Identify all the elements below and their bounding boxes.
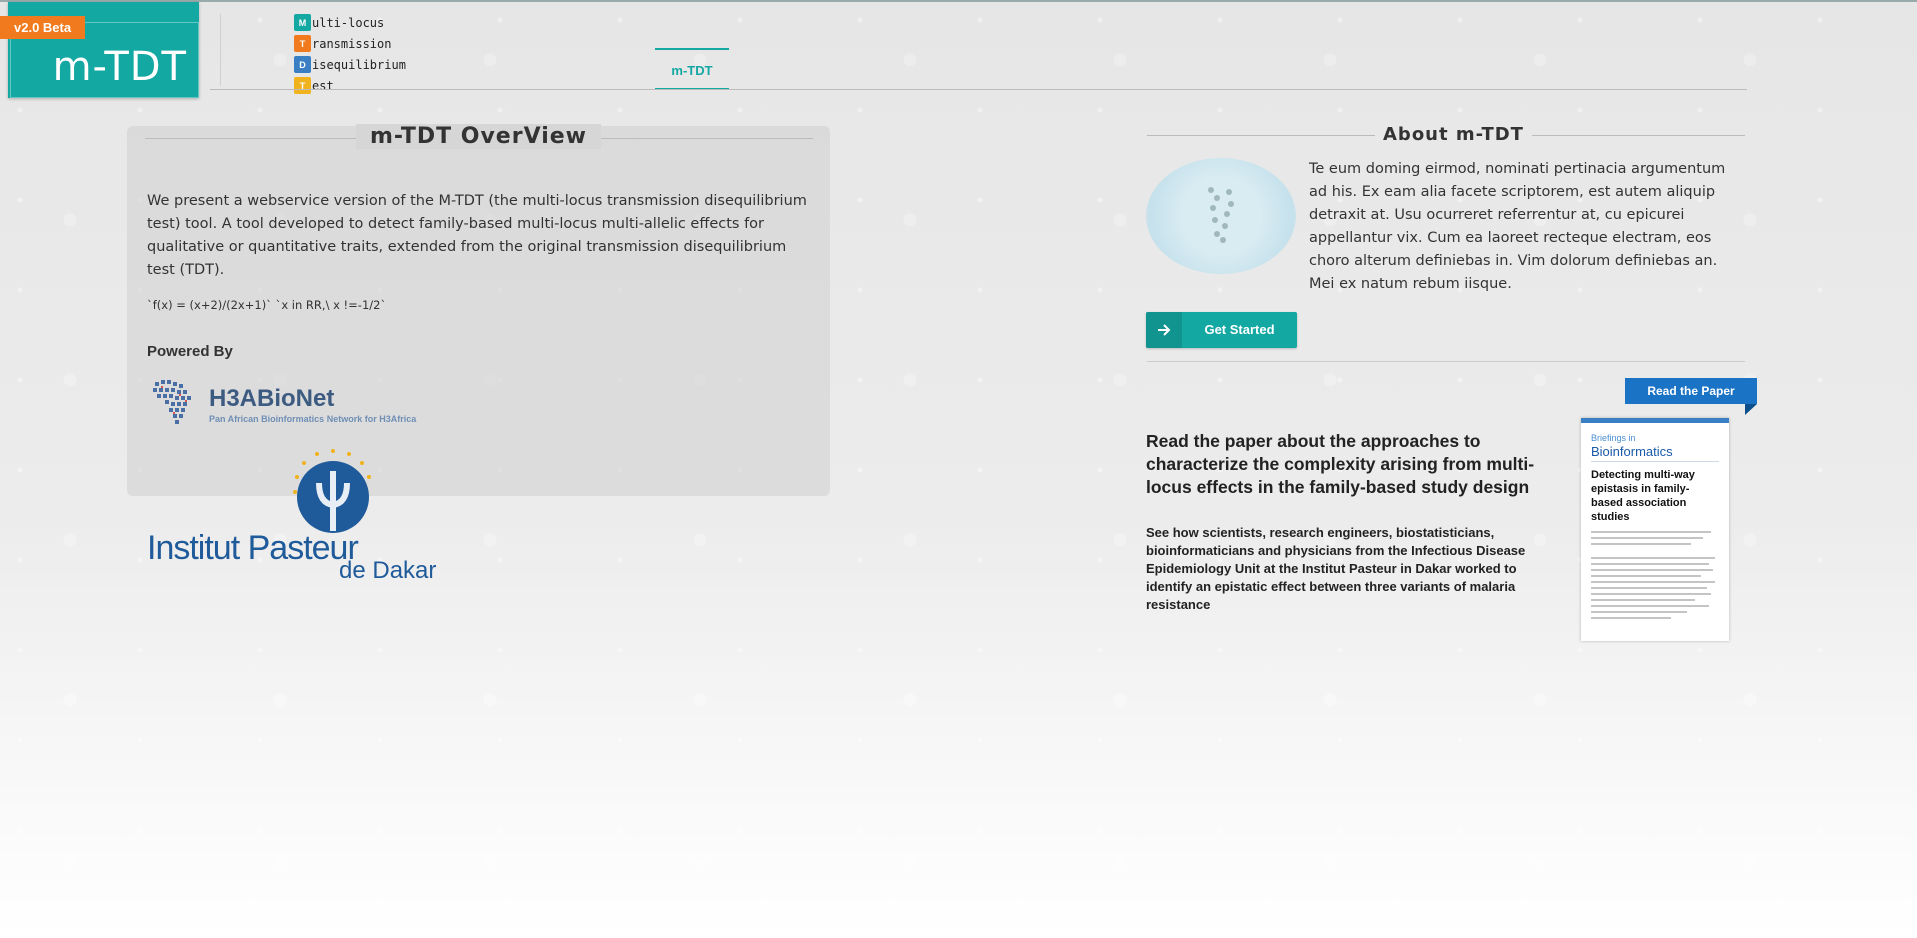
acronym-letter-t: T: [294, 35, 311, 52]
journal-text-line: [1591, 599, 1695, 601]
version-badge: v2.0 Beta: [0, 16, 86, 39]
paper-summary: See how scientists, research engineers, …: [1146, 525, 1526, 612]
ribbon-fold: [1745, 404, 1757, 415]
journal-text-line: [1591, 537, 1703, 539]
journal-article-title: Detecting multi-way epistasis in family-…: [1591, 469, 1695, 523]
overview-title: m-TDT OverView: [127, 124, 830, 149]
get-started-button[interactable]: Get Started: [1146, 312, 1297, 348]
overview-description: We present a webservice version of the M…: [147, 193, 807, 278]
about-description: Te eum doming eirmod, nominati pertinaci…: [1309, 161, 1726, 292]
journal-text-line: [1591, 569, 1713, 571]
acronym-word: isequilibrium: [312, 57, 406, 72]
paper-headline: Read the paper about the approaches to c…: [1146, 431, 1535, 497]
journal-text-line: [1591, 593, 1711, 595]
acronym-letter-t2: T: [294, 77, 311, 94]
journal-name: Bioinformatics: [1591, 444, 1673, 459]
powered-by-label: Powered By: [147, 343, 233, 360]
acronym-row: M ulti-locus: [294, 12, 406, 33]
pasteur-name: Institut Pasteur: [147, 529, 359, 567]
journal-text-line: [1591, 575, 1701, 577]
journal-series: Briefings in: [1591, 433, 1636, 443]
journal-text-line: [1591, 543, 1691, 545]
dna-illustration: [1146, 158, 1296, 274]
africa-map-icon: [153, 380, 191, 424]
journal-rule: [1591, 461, 1719, 462]
acronym-row: T ransmission: [294, 33, 406, 54]
nav-rule: [210, 89, 1747, 90]
nav-tab-mtdt[interactable]: m-TDT: [655, 63, 729, 78]
dna-icon: [1208, 187, 1234, 243]
h3abionet-subtitle: Pan African Bioinformatics Network for H…: [209, 414, 417, 424]
acronym-word: ransmission: [312, 36, 392, 51]
pasteur-subtitle: de Dakar: [339, 557, 437, 584]
institut-pasteur-logo[interactable]: Institut Pasteur de Dakar: [147, 447, 447, 587]
nav-tab-indicator: [655, 48, 729, 50]
about-title: About m-TDT: [1375, 124, 1532, 145]
h3abionet-logo[interactable]: H3ABioNet Pan African Bioinformatics Net…: [149, 376, 449, 428]
arrow-right-icon: [1146, 312, 1182, 348]
journal-text-line: [1591, 605, 1709, 607]
about-divider: [1147, 361, 1745, 362]
h3abionet-name: H3ABioNet: [209, 385, 335, 412]
top-border: [0, 0, 1917, 2]
header-divider: [220, 14, 221, 86]
get-started-label: Get Started: [1204, 322, 1275, 337]
acronym-legend: M ulti-locus T ransmission D isequilibri…: [294, 12, 406, 96]
acronym-letter-d: D: [294, 56, 311, 73]
acronym-row: D isequilibrium: [294, 54, 406, 75]
journal-text-line: [1591, 557, 1715, 559]
acronym-letter-m: M: [294, 14, 311, 31]
acronym-row: T est: [294, 75, 406, 96]
journal-text-line: [1591, 587, 1707, 589]
overview-title-text: m-TDT OverView: [356, 124, 601, 149]
journal-text-line: [1591, 617, 1671, 619]
pasteur-emblem-icon: [293, 449, 371, 533]
journal-text-line: [1591, 563, 1709, 565]
overview-formula: `f(x) = (x+2)/(2x+1)` `x in RR,\ x !=-1/…: [147, 298, 387, 312]
logo-text: m-TDT: [52, 44, 187, 90]
journal-text-line: [1591, 611, 1687, 613]
acronym-word: est: [312, 78, 334, 93]
about-title-text: About m-TDT: [1375, 124, 1532, 145]
journal-text-line: [1591, 581, 1715, 583]
acronym-word: ulti-locus: [312, 15, 385, 30]
journal-cover[interactable]: Briefings in Bioinformatics Detecting mu…: [1581, 418, 1729, 641]
journal-text-line: [1591, 531, 1711, 533]
read-paper-ribbon[interactable]: Read the Paper: [1625, 378, 1757, 404]
